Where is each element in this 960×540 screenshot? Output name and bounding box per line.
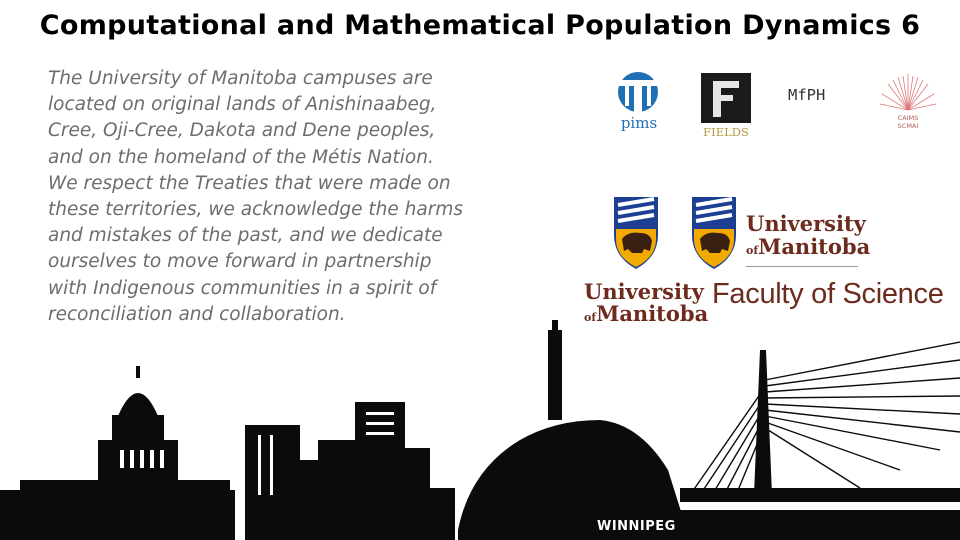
fields-wordmark: FIELDS <box>703 125 749 139</box>
caims-wordmark: CAIMS SCMAI <box>878 114 938 130</box>
um-wordmark-faculty: University ofManitoba <box>746 213 870 257</box>
um-wordmark: University ofManitoba <box>584 281 708 324</box>
caims-logo: CAIMS SCMAI <box>878 72 938 138</box>
pims-t-icon <box>618 72 658 112</box>
pims-wordmark: pims <box>620 114 658 132</box>
winnipeg-skyline-image <box>0 320 960 540</box>
um-of-text: of <box>746 244 759 257</box>
fields-logo: FIELDS <box>701 73 751 139</box>
um-crest-icon <box>690 195 738 271</box>
fields-f-icon <box>713 81 739 117</box>
um-manitoba-text: Manitoba <box>758 234 871 259</box>
pims-logo: pims <box>612 70 664 140</box>
um-crest-icon <box>612 195 660 271</box>
page-title: Computational and Mathematical Populatio… <box>39 10 921 41</box>
um-divider <box>746 266 858 267</box>
land-acknowledgement: The University of Manitoba campuses are … <box>48 68 463 325</box>
fields-mark <box>701 73 751 123</box>
faculty-of-science-text: Faculty of Science <box>712 278 944 310</box>
caims-line1: CAIMS <box>897 114 919 122</box>
winnipeg-label: WINNIPEG <box>597 519 676 534</box>
caims-burst-icon <box>879 74 937 111</box>
um-university-text: University <box>584 279 704 304</box>
um-university-text: University <box>746 211 866 236</box>
mfph-logo: MfPH <box>788 86 826 104</box>
caims-line2: SCMAI <box>897 122 919 130</box>
